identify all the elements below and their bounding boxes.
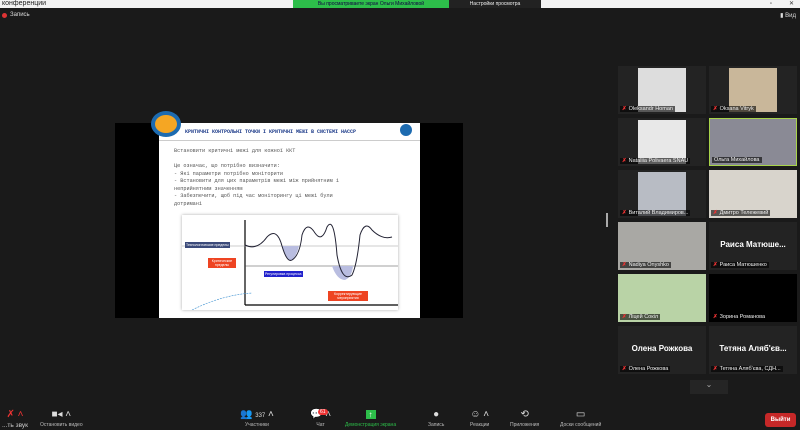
- mic-muted-icon: ✗ ˄: [6, 409, 24, 420]
- process-chart: Технологические пределы Критические пред…: [182, 215, 398, 311]
- record-dot-icon: [2, 12, 7, 18]
- participant-tile[interactable]: ✗ Зорина Романова: [709, 274, 797, 322]
- tech-limits-label: Технологические пределы: [185, 242, 230, 248]
- mic-muted-icon: ✗: [622, 210, 627, 216]
- mic-muted-icon: ✗: [622, 158, 627, 164]
- close-icon[interactable]: ✕: [789, 0, 794, 8]
- participant-tile[interactable]: ✗ Oleksandr Homan: [618, 66, 706, 114]
- participant-tile[interactable]: ✗ Ліцей Сокіл: [618, 274, 706, 322]
- participant-tile-active-speaker[interactable]: Ольга Михайлова: [709, 118, 797, 166]
- participant-tile[interactable]: ✗ Виталий Владимиров...: [618, 170, 706, 218]
- mic-muted-icon: ✗: [713, 106, 718, 112]
- view-label: Вид: [785, 13, 796, 19]
- participant-name: Oleksandr Homan: [628, 106, 673, 112]
- record-label: Запись: [428, 422, 445, 428]
- viewing-banner: Вы просматриваете экран Ольги Михайловой: [293, 0, 449, 8]
- whiteboards-label: Доски сообщений: [560, 422, 602, 428]
- participant-name: Nataliia Polivaera SNAU: [628, 158, 689, 164]
- participant-name: Зорина Романова: [719, 314, 766, 320]
- whiteboard-icon: ▭: [575, 409, 586, 420]
- title-bar: конференции Вы просматриваете экран Ольг…: [0, 0, 800, 8]
- leave-button[interactable]: Выйти: [765, 413, 796, 427]
- logo-icon: [400, 124, 412, 136]
- window-title: конференции: [2, 0, 47, 7]
- chat-button[interactable]: 💬 ˄ 61 Чат: [310, 409, 331, 428]
- mic-muted-icon: ✗: [713, 262, 718, 268]
- participant-tile[interactable]: ✗ Oksana Vitryk: [709, 66, 797, 114]
- participant-tile[interactable]: Раиса Матюше... ✗ Раиса Матюшенко: [709, 222, 797, 270]
- corrective-label: Корректирующие мероприятия: [328, 291, 368, 301]
- participant-display-name: Олена Рожкова: [631, 344, 693, 353]
- participants-count: 337: [255, 413, 266, 419]
- slide-title: КРИТИЧНІ КОНТРОЛЬНІ ТОЧКИ І КРИТИЧНІ МЕЖ…: [185, 129, 357, 135]
- participant-tile[interactable]: ✗ Nataliia Polivaera SNAU: [618, 118, 706, 166]
- participants-button[interactable]: 👥 337 ˄ Участники: [240, 409, 274, 428]
- participant-name: Дмитро Тележевий: [719, 210, 769, 216]
- mic-muted-icon: ✗: [622, 314, 627, 320]
- regulation-label: Регулировка процесса: [264, 271, 303, 277]
- participant-name: Виталий Владимиров...: [628, 210, 689, 216]
- record-button[interactable]: ● Запись: [428, 409, 444, 428]
- participant-tile[interactable]: Тетяна Аляб'єв... ✗ Тетяна Аляб'єва, СДН..…: [709, 326, 797, 374]
- recording-label: Запись: [10, 12, 30, 18]
- critical-limits-label: Критические пределы: [208, 258, 236, 268]
- participant-name: Раиса Матюшенко: [719, 262, 767, 268]
- participant-display-name: Тетяна Аляб'єв...: [719, 344, 787, 353]
- whiteboards-button[interactable]: ▭ Доски сообщений: [560, 409, 601, 428]
- mic-muted-icon: ✗: [622, 106, 627, 112]
- reactions-label: Реакции: [470, 422, 490, 428]
- chat-badge: 61: [318, 409, 328, 415]
- participant-tile[interactable]: ✗ Дмитро Тележевий: [709, 170, 797, 218]
- participant-tile[interactable]: ✗ Nadiya Onyshko: [618, 222, 706, 270]
- participant-name: Ліцей Сокіл: [628, 314, 659, 320]
- slide-decor: [151, 111, 181, 137]
- participants-icon: 👥 337 ˄: [240, 409, 274, 420]
- mic-muted-icon: ✗: [622, 366, 627, 372]
- mute-button[interactable]: ✗ ˄ ...ть звук: [2, 409, 28, 429]
- participant-name: Тетяна Аляб'єва, СДН...: [719, 366, 781, 372]
- share-screen-button[interactable]: ↑ Демонстрация экрана: [345, 409, 396, 428]
- mic-muted-icon: ✗: [713, 314, 718, 320]
- mic-muted-icon: ✗: [713, 366, 718, 372]
- chat-label: Чат: [316, 422, 325, 428]
- mic-muted-icon: ✗: [713, 210, 718, 216]
- splitter-handle[interactable]: [606, 213, 608, 227]
- record-icon: ●: [433, 409, 440, 420]
- apps-icon: ⟲: [520, 409, 529, 420]
- next-page-chevron-down-icon[interactable]: ⌄: [690, 380, 728, 394]
- meeting-toolbar: ✗ ˄ ...ть звук ■◂ ˄ Остановить видео 👥 337…: [0, 405, 800, 430]
- participant-tile[interactable]: Олена Рожкова ✗ Олена Рожкова: [618, 326, 706, 374]
- stop-video-button[interactable]: ■◂ ˄ Остановить видео: [40, 409, 83, 428]
- participant-name: Oksana Vitryk: [719, 106, 754, 112]
- view-options-button[interactable]: Настройки просмотра: [449, 0, 541, 8]
- apps-button[interactable]: ⟲ Приложения: [510, 409, 539, 428]
- share-screen-icon: ↑: [345, 409, 396, 422]
- reactions-button[interactable]: ☺ ˄ Реакции: [470, 409, 489, 428]
- participant-display-name: Раиса Матюше...: [720, 240, 786, 249]
- minimize-icon[interactable]: ▫: [770, 0, 772, 8]
- recording-indicator: Запись: [2, 12, 30, 18]
- video-label: Остановить видео: [40, 422, 83, 428]
- participant-name: Nadiya Onyshko: [628, 262, 669, 268]
- share-label: Демонстрация экрана: [345, 422, 397, 428]
- video-camera-icon: ■◂ ˄: [51, 409, 72, 420]
- slide-body: Встановити критичні межі для кожної ККТ …: [174, 148, 339, 207]
- view-button[interactable]: ▮ Вид: [780, 12, 796, 19]
- apps-label: Приложения: [510, 422, 540, 428]
- reactions-icon: ☺ ˄: [470, 409, 490, 420]
- participant-name: Олена Рожкова: [628, 366, 669, 372]
- participants-label: Участники: [244, 422, 269, 428]
- mute-label: ...ть звук: [2, 422, 28, 429]
- mic-muted-icon: ✗: [622, 262, 627, 268]
- participant-name: Ольга Михайлова: [714, 157, 760, 163]
- presentation-slide: КРИТИЧНІ КОНТРОЛЬНІ ТОЧКИ І КРИТИЧНІ МЕЖ…: [151, 111, 420, 318]
